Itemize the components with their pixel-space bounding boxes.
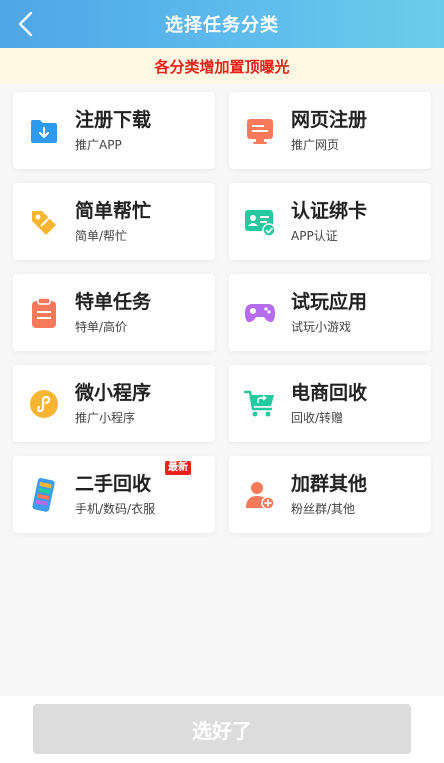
tag-icon	[27, 205, 61, 239]
gamepad-icon	[243, 296, 277, 330]
category-subtitle: 手机/数码/衣服	[75, 502, 156, 516]
category-subtitle: 推广网页	[291, 138, 340, 152]
category-subtitle: APP认证	[291, 229, 338, 243]
category-subtitle: 回收/转赠	[291, 411, 344, 425]
category-title: 简单帮忙	[75, 200, 152, 222]
new-badge: 最新	[165, 461, 191, 475]
category-title: 网页注册	[291, 109, 368, 131]
shopping-cart-icon	[243, 387, 277, 421]
clipboard-icon	[27, 296, 61, 330]
category-subtitle: 推广小程序	[75, 411, 136, 425]
category-card-ecommerce-recycle[interactable]: 电商回收 回收/转赠	[229, 365, 431, 442]
category-title: 二手回收	[75, 473, 152, 495]
category-title: 电商回收	[291, 382, 368, 404]
category-card-verify-bind[interactable]: 认证绑卡 APP认证	[229, 183, 431, 260]
category-title: 注册下载	[75, 109, 152, 131]
category-card-mini-program[interactable]: 微小程序 推广小程序	[13, 365, 215, 442]
category-card-trial-app[interactable]: 试玩应用 试玩小游戏	[229, 274, 431, 351]
notice-banner: 各分类增加置顶曝光	[0, 48, 444, 84]
mini-program-icon	[27, 387, 61, 421]
footer-bar: 选好了	[0, 696, 444, 763]
category-title: 加群其他	[291, 473, 368, 495]
category-card-simple-help[interactable]: 简单帮忙 简单/帮忙	[13, 183, 215, 260]
header-bar: 选择任务分类	[0, 0, 444, 48]
id-card-check-icon	[243, 205, 277, 239]
category-subtitle: 试玩小游戏	[291, 320, 352, 334]
category-card-webpage-register[interactable]: 网页注册 推广网页	[229, 92, 431, 169]
category-card-special-task[interactable]: 特单任务 特单/高价	[13, 274, 215, 351]
category-title: 认证绑卡	[291, 200, 368, 222]
category-title: 特单任务	[75, 291, 152, 313]
category-card-join-group[interactable]: 加群其他 粉丝群/其他	[229, 456, 431, 533]
folder-download-icon	[27, 114, 61, 148]
category-subtitle: 特单/高价	[75, 320, 128, 334]
category-title: 微小程序	[75, 382, 152, 404]
category-subtitle: 推广APP	[75, 138, 122, 152]
confirm-button[interactable]: 选好了	[33, 704, 411, 754]
webpage-icon	[243, 114, 277, 148]
category-subtitle: 粉丝群/其他	[291, 502, 356, 516]
category-grid: 注册下载 推广APP 网页注册 推广网页 简单帮忙 简单/帮忙 认证绑卡 APP…	[13, 92, 431, 533]
page-title: 选择任务分类	[165, 15, 279, 36]
category-title: 试玩应用	[291, 291, 368, 313]
category-card-second-hand[interactable]: 二手回收 手机/数码/衣服 最新	[13, 456, 215, 533]
user-add-icon	[243, 478, 277, 512]
chevron-left-icon	[18, 11, 33, 37]
back-button[interactable]	[10, 8, 42, 40]
category-card-register-download[interactable]: 注册下载 推广APP	[13, 92, 215, 169]
category-subtitle: 简单/帮忙	[75, 229, 128, 243]
phone-icon	[27, 477, 61, 512]
